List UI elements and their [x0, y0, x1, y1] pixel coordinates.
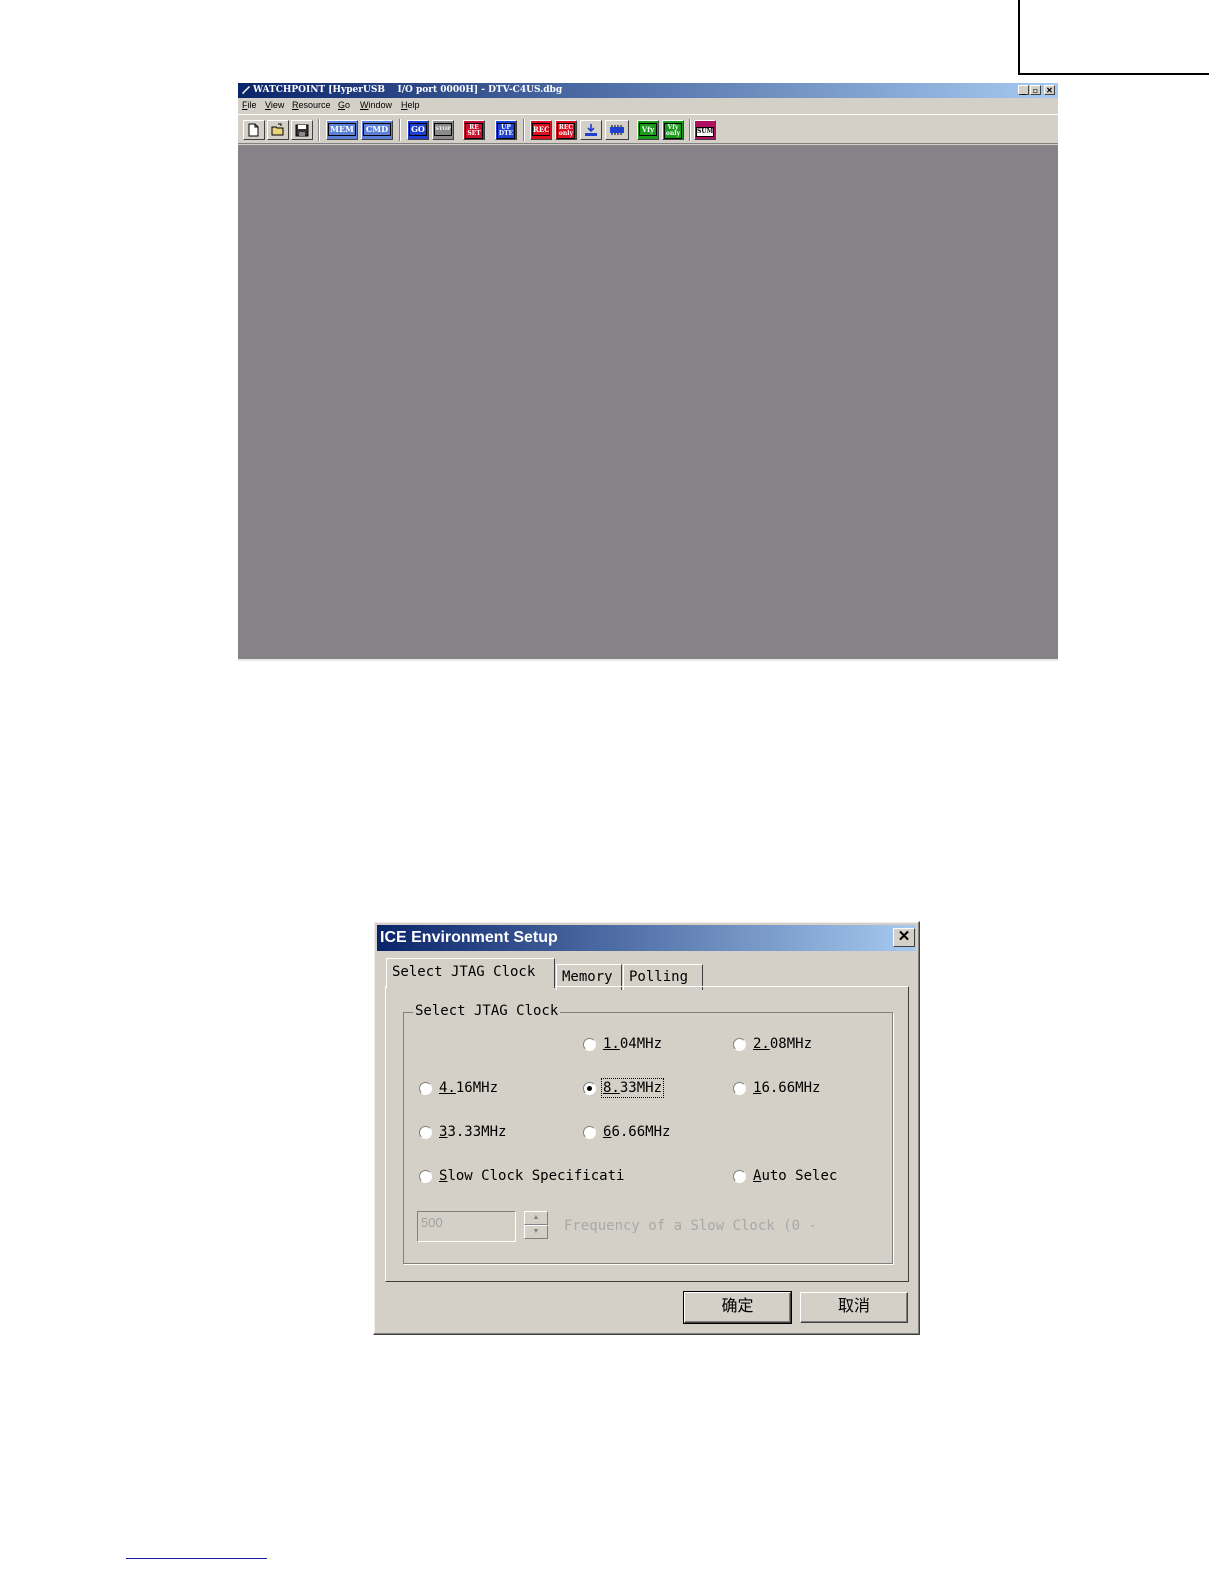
download-icon	[585, 124, 597, 136]
mem-button[interactable]: MEM	[326, 120, 358, 140]
radio-label: 1.04MHz	[603, 1036, 663, 1052]
mem-label: MEM	[328, 123, 356, 136]
radio-selected-dot	[587, 1086, 592, 1091]
radio-label: 8.33MHz	[600, 1078, 665, 1098]
save-file-button[interactable]	[291, 120, 313, 140]
open-file-button[interactable]	[267, 120, 289, 140]
radio-label: 33.33MHz	[439, 1124, 507, 1140]
dialog-title: ICE Environment Setup	[380, 929, 558, 946]
vfy-label: Vfy	[639, 123, 657, 136]
radio-circle	[583, 1126, 596, 1139]
sum-label: SUM	[696, 127, 714, 137]
mdi-workspace[interactable]	[238, 145, 1058, 659]
memory-map-button[interactable]	[605, 120, 629, 140]
toolbar: MEM CMD GO STOP RE SET UP DTE REC REC on…	[238, 114, 1058, 144]
radio-label: Auto Selec	[753, 1168, 838, 1184]
toolbar-separator	[318, 119, 320, 141]
rec-button[interactable]: REC	[530, 120, 552, 140]
slow-clock-frequency-input[interactable]: 500	[417, 1211, 516, 1242]
dialog-close-button[interactable]: ✕	[893, 928, 915, 947]
group-title: Select JTAG Clock	[413, 1003, 561, 1019]
radio-label: 2.08MHz	[753, 1036, 813, 1052]
slow-clock-spinner[interactable]: ▲ ▼	[524, 1211, 548, 1239]
menu-file[interactable]: File	[242, 100, 257, 110]
menu-window[interactable]: Window	[360, 100, 392, 110]
tab-label: Memory	[562, 969, 613, 985]
radio-circle	[733, 1038, 746, 1051]
close-button[interactable]: ✕	[1044, 85, 1055, 95]
cmd-label: CMD	[363, 123, 391, 136]
restore-button[interactable]: ▫	[1030, 85, 1041, 95]
new-file-icon	[248, 123, 259, 137]
vfy-only-label: Vfy only	[664, 123, 682, 139]
footer-link-underline	[126, 1558, 267, 1559]
vfy-button[interactable]: Vfy	[637, 120, 659, 140]
radio-circle	[583, 1082, 596, 1095]
radio-circle	[419, 1126, 432, 1139]
minimize-button[interactable]: _	[1018, 85, 1029, 95]
app-title-bar[interactable]: WATCHPOINT [HyperUSB I/O port 0000H] - D…	[238, 83, 1058, 98]
rec-only-label: REC only	[557, 123, 575, 139]
go-button[interactable]: GO	[407, 120, 429, 140]
radio-circle	[583, 1038, 596, 1051]
tab-label: Polling	[629, 969, 689, 985]
page-corner-box	[1018, 0, 1209, 75]
cancel-button[interactable]: 取消	[800, 1292, 908, 1323]
radio-label: Slow Clock Specificati	[439, 1168, 625, 1184]
menu-help[interactable]: Help	[401, 100, 420, 110]
menu-resource[interactable]: Resource	[292, 100, 331, 110]
ice-environment-setup-dialog: ICE Environment Setup ✕ Select JTAG Cloc…	[373, 921, 920, 1335]
radio-circle	[733, 1170, 746, 1183]
new-file-button[interactable]	[243, 120, 265, 140]
watchpoint-window: WATCHPOINT [HyperUSB I/O port 0000H] - D…	[238, 83, 1058, 661]
slow-clock-frequency-label: Frequency of a Slow Clock (0 -	[564, 1218, 817, 1234]
download-button[interactable]	[580, 120, 602, 140]
ok-button[interactable]: 确定	[683, 1291, 792, 1324]
radio-label: 66.66MHz	[603, 1124, 671, 1140]
radio-label: 4.16MHz	[439, 1080, 499, 1096]
rec-only-button[interactable]: REC only	[555, 120, 577, 140]
vfy-only-button[interactable]: Vfy only	[662, 120, 684, 140]
status-bar	[238, 659, 1058, 661]
memory-chip-icon	[610, 125, 624, 135]
spinner-down-icon[interactable]: ▼	[524, 1225, 548, 1239]
dialog-title-bar[interactable]: ICE Environment Setup ✕	[377, 925, 916, 951]
menu-go[interactable]: Go	[338, 100, 350, 110]
app-title: WATCHPOINT [HyperUSB I/O port 0000H] - D…	[253, 85, 563, 95]
radio-circle	[419, 1082, 432, 1095]
reset-button[interactable]: RE SET	[463, 120, 485, 140]
go-label: GO	[409, 123, 427, 136]
save-disk-icon	[295, 124, 309, 137]
stop-button[interactable]: STOP	[432, 120, 454, 140]
spinner-up-icon[interactable]: ▲	[524, 1211, 548, 1225]
tab-label: Select JTAG Clock	[392, 964, 536, 980]
update-label: UP DTE	[497, 123, 515, 139]
reset-label: RE SET	[465, 123, 483, 139]
rec-label: REC	[532, 123, 550, 136]
radio-circle	[419, 1170, 432, 1183]
menu-bar: File View Resource Go Window Help	[238, 98, 1058, 113]
app-icon	[241, 86, 250, 95]
stop-label: STOP	[434, 123, 452, 136]
menu-view[interactable]: View	[265, 100, 284, 110]
open-folder-icon	[271, 123, 284, 136]
close-icon: ✕	[897, 928, 911, 945]
toolbar-separator	[523, 119, 525, 141]
radio-label: 16.66MHz	[753, 1080, 821, 1096]
tab-select-jtag-clock[interactable]: Select JTAG Clock	[386, 958, 555, 988]
cmd-button[interactable]: CMD	[361, 120, 393, 140]
toolbar-separator	[689, 119, 691, 141]
radio-circle	[733, 1082, 746, 1095]
update-button[interactable]: UP DTE	[495, 120, 517, 140]
sum-button[interactable]: SUM	[694, 120, 716, 140]
toolbar-separator	[399, 119, 401, 141]
